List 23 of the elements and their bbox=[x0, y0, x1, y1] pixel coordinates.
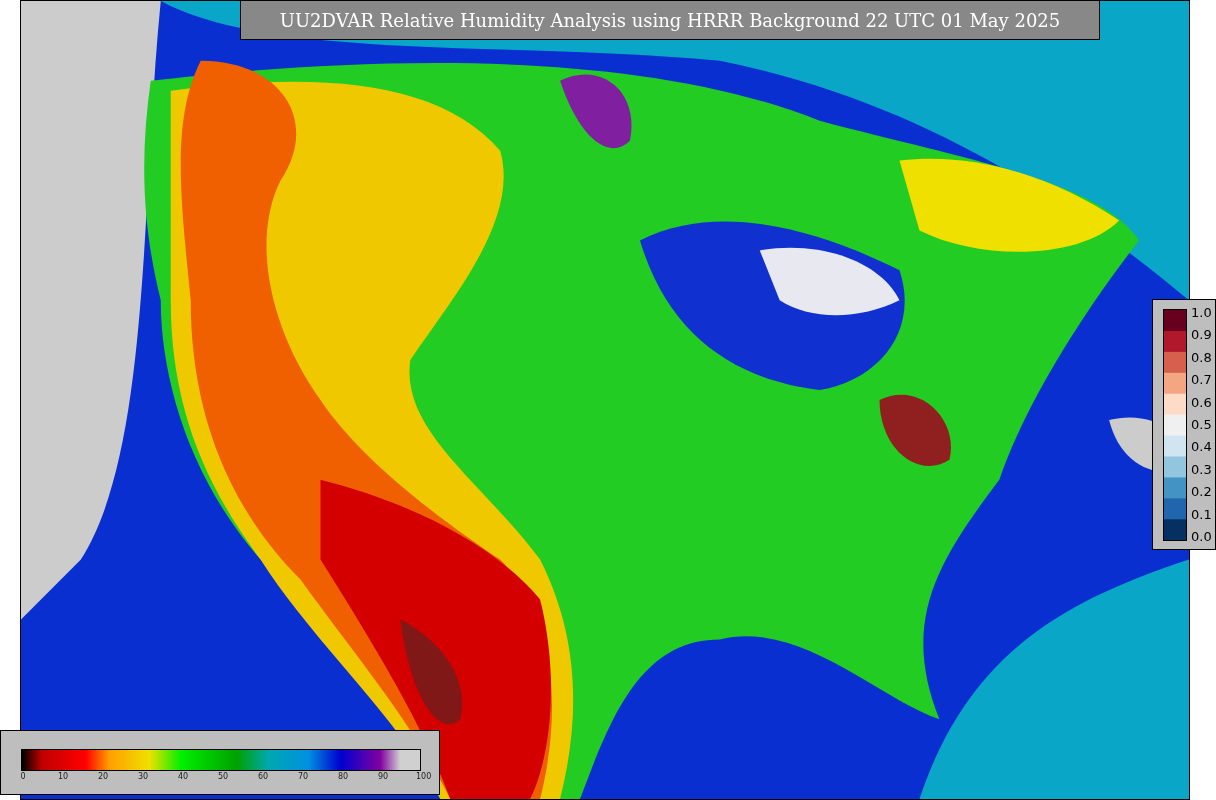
tick-label: 10 bbox=[56, 772, 70, 782]
tick-label: 30 bbox=[136, 772, 150, 782]
tick-label: 80 bbox=[336, 772, 350, 782]
tick-label: 20 bbox=[96, 772, 110, 782]
tick-label: 0.8 bbox=[1191, 350, 1212, 365]
tick-label: 90 bbox=[376, 772, 390, 782]
tick-label: 0.7 bbox=[1191, 373, 1212, 388]
tick-label: 40 bbox=[176, 772, 190, 782]
tick-label: 60 bbox=[256, 772, 270, 782]
tick-label: 0.2 bbox=[1191, 485, 1212, 500]
tick-label: 0 bbox=[19, 772, 27, 782]
tick-label: 70 bbox=[296, 772, 310, 782]
tick-label: 0.6 bbox=[1191, 395, 1212, 410]
tick-label: 100 bbox=[416, 772, 430, 782]
tick-label: 0.5 bbox=[1191, 417, 1212, 432]
tick-label: 0.4 bbox=[1191, 440, 1212, 455]
tick-label: 50 bbox=[216, 772, 230, 782]
tick-label: 0.9 bbox=[1191, 328, 1212, 343]
tick-label: 0.1 bbox=[1191, 507, 1212, 522]
tick-label: 1.0 bbox=[1191, 306, 1212, 320]
tick-label: 0.0 bbox=[1191, 529, 1212, 544]
chart-title: UU2DVAR Relative Humidity Analysis using HRRR Background 22 UTC 01 May 2025 bbox=[240, 0, 1100, 40]
tick-label: 0.3 bbox=[1191, 462, 1212, 477]
